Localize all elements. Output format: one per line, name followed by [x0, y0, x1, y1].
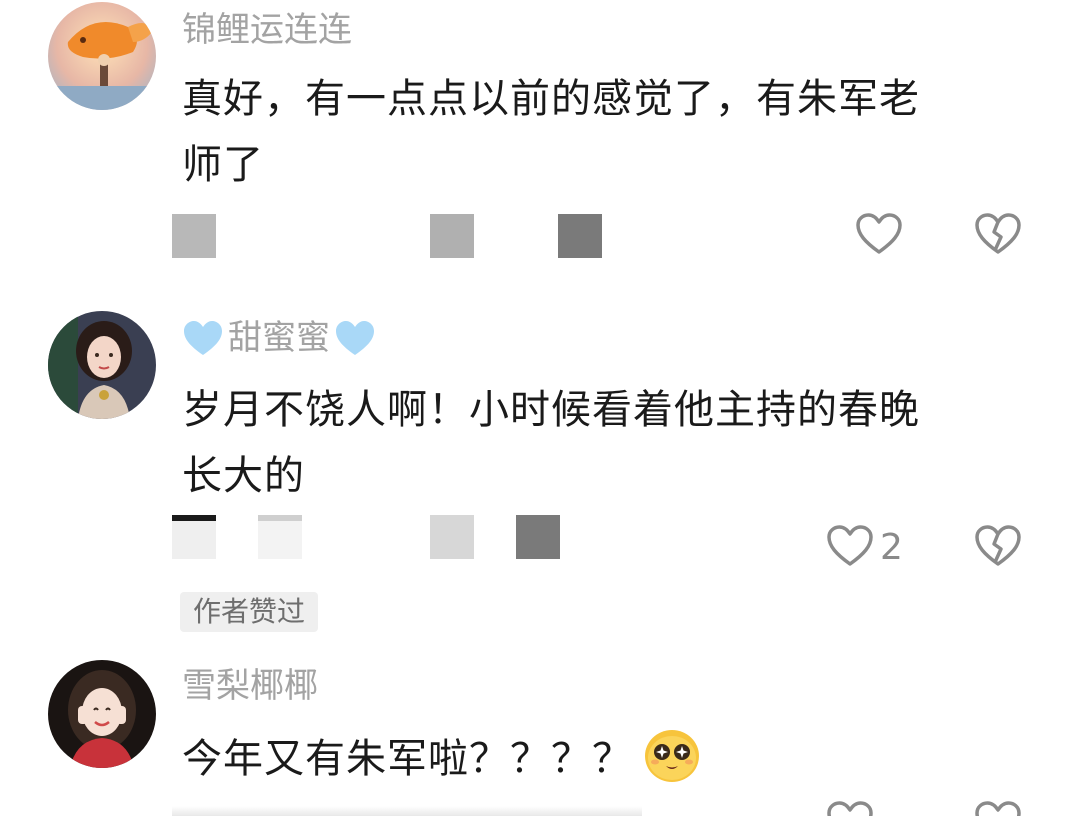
dislike-button[interactable]: [972, 800, 1024, 816]
redacted-block: [258, 515, 302, 559]
avatar[interactable]: [48, 2, 156, 110]
koi-avatar-icon: [48, 2, 156, 110]
redacted-block: [172, 214, 216, 258]
heart-outline-icon: [827, 801, 873, 816]
dislike-button[interactable]: [972, 520, 1024, 572]
comment-line: 师了: [182, 142, 264, 188]
comment-text: 今年又有朱军啦？？？？: [182, 726, 1022, 792]
heart-outline-icon: [827, 525, 873, 566]
like-button[interactable]: [824, 520, 876, 572]
blue-heart-emoji-icon: [336, 321, 374, 355]
comment-text: 岁月不饶人啊！小时候看着他主持的春晚 长大的: [182, 377, 1022, 509]
avatar[interactable]: [48, 311, 156, 419]
comment-line-text: 今年又有朱军啦？？？？: [182, 736, 633, 782]
comment-text: 真好，有一点点以前的感觉了，有朱军老 师了: [182, 66, 1022, 198]
starry-eyes-emoji-icon: [645, 730, 699, 782]
username-text: 雪梨椰椰: [182, 666, 318, 706]
broken-heart-icon: [975, 801, 1021, 816]
redacted-block: [172, 515, 216, 559]
heart-outline-icon: [856, 213, 902, 254]
comment-line: 长大的: [182, 453, 305, 499]
avatar[interactable]: [48, 660, 156, 768]
username[interactable]: 锦鲤运连连: [182, 10, 352, 50]
comment-line: 岁月不饶人啊！小时候看着他主持的春晚: [182, 387, 920, 433]
username[interactable]: 甜蜜蜜: [182, 318, 376, 358]
redacted-block: [558, 214, 602, 258]
like-button[interactable]: [853, 208, 905, 260]
girl-portrait-avatar-icon: [48, 660, 156, 768]
blue-heart-emoji-icon: [184, 321, 222, 355]
comment-line: 真好，有一点点以前的感觉了，有朱军老: [182, 76, 920, 122]
dislike-button[interactable]: [972, 208, 1024, 260]
broken-heart-icon: [975, 525, 1021, 566]
woman-portrait-avatar-icon: [48, 311, 156, 419]
author-liked-badge: 作者赞过: [180, 592, 319, 632]
like-count: 2: [880, 527, 903, 568]
cutoff-meta-text: [382, 806, 642, 816]
username-text: 锦鲤运连连: [182, 10, 352, 50]
broken-heart-icon: [975, 213, 1021, 254]
username-text: 甜蜜蜜: [228, 318, 330, 358]
redacted-block: [430, 214, 474, 258]
comment-line: 今年又有朱军啦？？？？: [182, 726, 1022, 792]
like-button[interactable]: [824, 800, 876, 816]
username[interactable]: 雪梨椰椰: [182, 666, 318, 706]
redacted-block: [430, 515, 474, 559]
redacted-block: [516, 515, 560, 559]
